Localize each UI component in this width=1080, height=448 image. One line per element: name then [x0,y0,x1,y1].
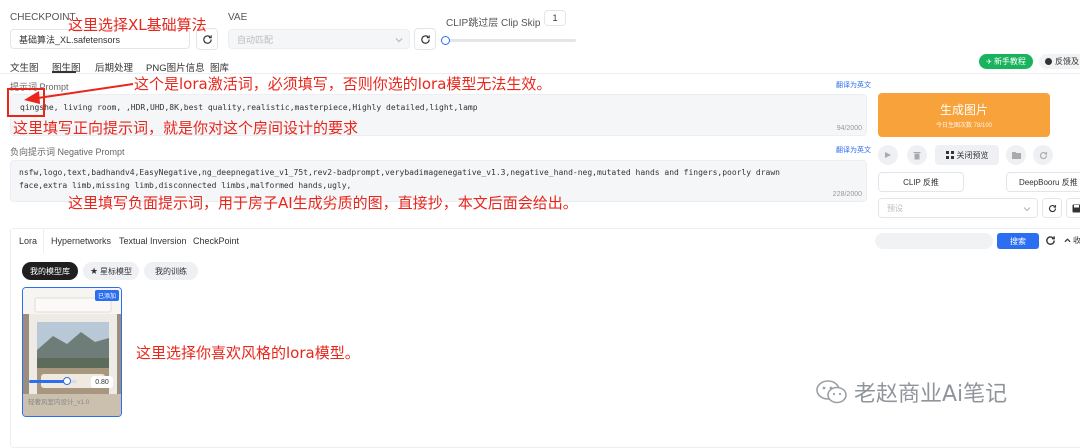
generate-label: 生成图片 [940,101,988,118]
chat-icon [1045,58,1052,65]
search-button[interactable]: 搜索 [997,233,1039,249]
tab-checkpoint[interactable]: CheckPoint [193,236,239,246]
refresh-lora-button[interactable] [1045,235,1056,246]
refresh-preset-button[interactable] [1042,198,1062,218]
annotation-lora-word: 这个是lora激活词，必须填写，否则你选的lora模型无法生效。 [134,73,551,94]
annotation-positive: 这里填写正向提示词，就是你对这个房间设计的要求 [13,117,358,138]
refresh-icon [202,34,213,45]
play-icon [884,151,892,159]
negative-label: 负向提示词 Negative Prompt [10,145,125,158]
weight-slider-fill [29,380,67,383]
refresh-icon [1039,151,1048,160]
tab-png-info[interactable]: PNG图片信息 [146,60,205,74]
play-button[interactable] [878,145,898,165]
folder-button[interactable] [1006,145,1026,165]
tab-hypernetworks[interactable]: Hypernetworks [51,236,111,246]
lora-card[interactable]: 已添加 0.80 轻奢风室内设计_v1.0 [22,287,122,417]
clip-skip-label: CLIP跳过层 Clip Skip [446,14,540,29]
vae-label: VAE [228,12,247,23]
annotation-negative: 这里填写负面提示词，用于房子AI生成劣质的图，直接抄，本文后面会给出。 [68,192,578,213]
star-icon: ★ [90,266,98,277]
annotation-lora-model: 这里选择你喜欢风格的lora模型。 [136,342,360,363]
deepbooru-button[interactable]: DeepBooru 反推 [1006,172,1080,192]
weight-value[interactable]: 0.80 [91,376,113,388]
negative-count: 228/2000 [833,191,862,198]
added-badge: 已添加 [95,290,119,301]
wechat-icon [816,379,848,405]
refresh-icon [1048,204,1057,213]
feedback-label: 反馈及 [1055,56,1079,67]
watermark-text: 老赵商业Ai笔记 [854,376,1007,408]
refresh-icon [420,34,431,45]
rocket-icon: ✈ [986,58,992,66]
save-preset-button[interactable] [1066,198,1080,218]
tab-textual-inversion[interactable]: Textual Inversion [119,236,187,246]
feedback-button[interactable]: 反馈及 [1039,54,1080,69]
checkpoint-label: CHECKPOINT [10,12,76,23]
tab-gallery[interactable]: 图库 [210,60,229,74]
negative-translate-link[interactable]: 翻译为英文 [836,145,871,155]
tab-lora[interactable]: Lora [19,236,37,246]
generate-button[interactable]: 生成图片 今日生图次数 78/100 [878,93,1050,137]
clip-skip-input[interactable]: 1 [544,10,566,26]
watermark: 老赵商业Ai笔记 [816,376,1007,408]
delete-button[interactable] [907,145,927,165]
folder-icon [1012,151,1021,159]
tab-txt2img[interactable]: 文生图 [10,60,39,74]
refresh-vae-button[interactable] [414,28,436,50]
clip-interrogate-button[interactable]: CLIP 反推 [878,172,964,192]
preset-select[interactable]: 预设 [878,198,1038,218]
chevron-down-icon [395,36,403,44]
refresh-icon [1045,235,1056,246]
prompt-translate-link[interactable]: 翻译为英文 [836,80,871,90]
tab-extras[interactable]: 后期处理 [95,60,133,74]
lora-name: 轻奢风室内设计_v1.0 [28,396,89,406]
filter-starred-label: 星标模型 [100,266,132,277]
annotation-xl: 这里选择XL基础算法 [68,14,207,35]
filter-my-models[interactable]: 我的模型库 [22,262,78,280]
grid-icon [946,151,954,159]
collapse-button[interactable]: 收 [1064,235,1080,246]
save-icon [1072,204,1080,213]
close-preview-button[interactable]: 关闭预览 [935,145,999,165]
prompt-count: 94/2000 [837,125,862,132]
vae-select[interactable]: 自动匹配 [228,29,410,49]
annotation-arrow-icon [22,82,134,106]
chevron-down-icon [1023,205,1031,213]
tutorial-button[interactable]: ✈ 新手教程 [979,54,1033,69]
negative-text: nsfw,logo,text,badhandv4,EasyNegative,ng… [19,166,824,192]
close-preview-label: 关闭预览 [957,150,989,161]
reload-button[interactable] [1033,145,1053,165]
preset-placeholder: 预设 [887,203,903,214]
trash-icon [913,151,921,160]
vae-value: 自动匹配 [237,33,273,46]
chevron-up-icon [1064,237,1071,244]
extra-networks-panel [10,228,1080,448]
filter-my-training[interactable]: 我的训练 [144,262,198,280]
collapse-label: 收 [1073,235,1080,246]
tutorial-label: 新手教程 [994,56,1026,67]
clip-skip-slider[interactable] [446,39,576,42]
clip-skip-slider-handle[interactable] [441,36,450,45]
generate-quota: 今日生图次数 78/100 [936,120,992,129]
lora-search-input[interactable] [875,233,993,249]
filter-starred[interactable]: ★ 星标模型 [83,262,139,280]
